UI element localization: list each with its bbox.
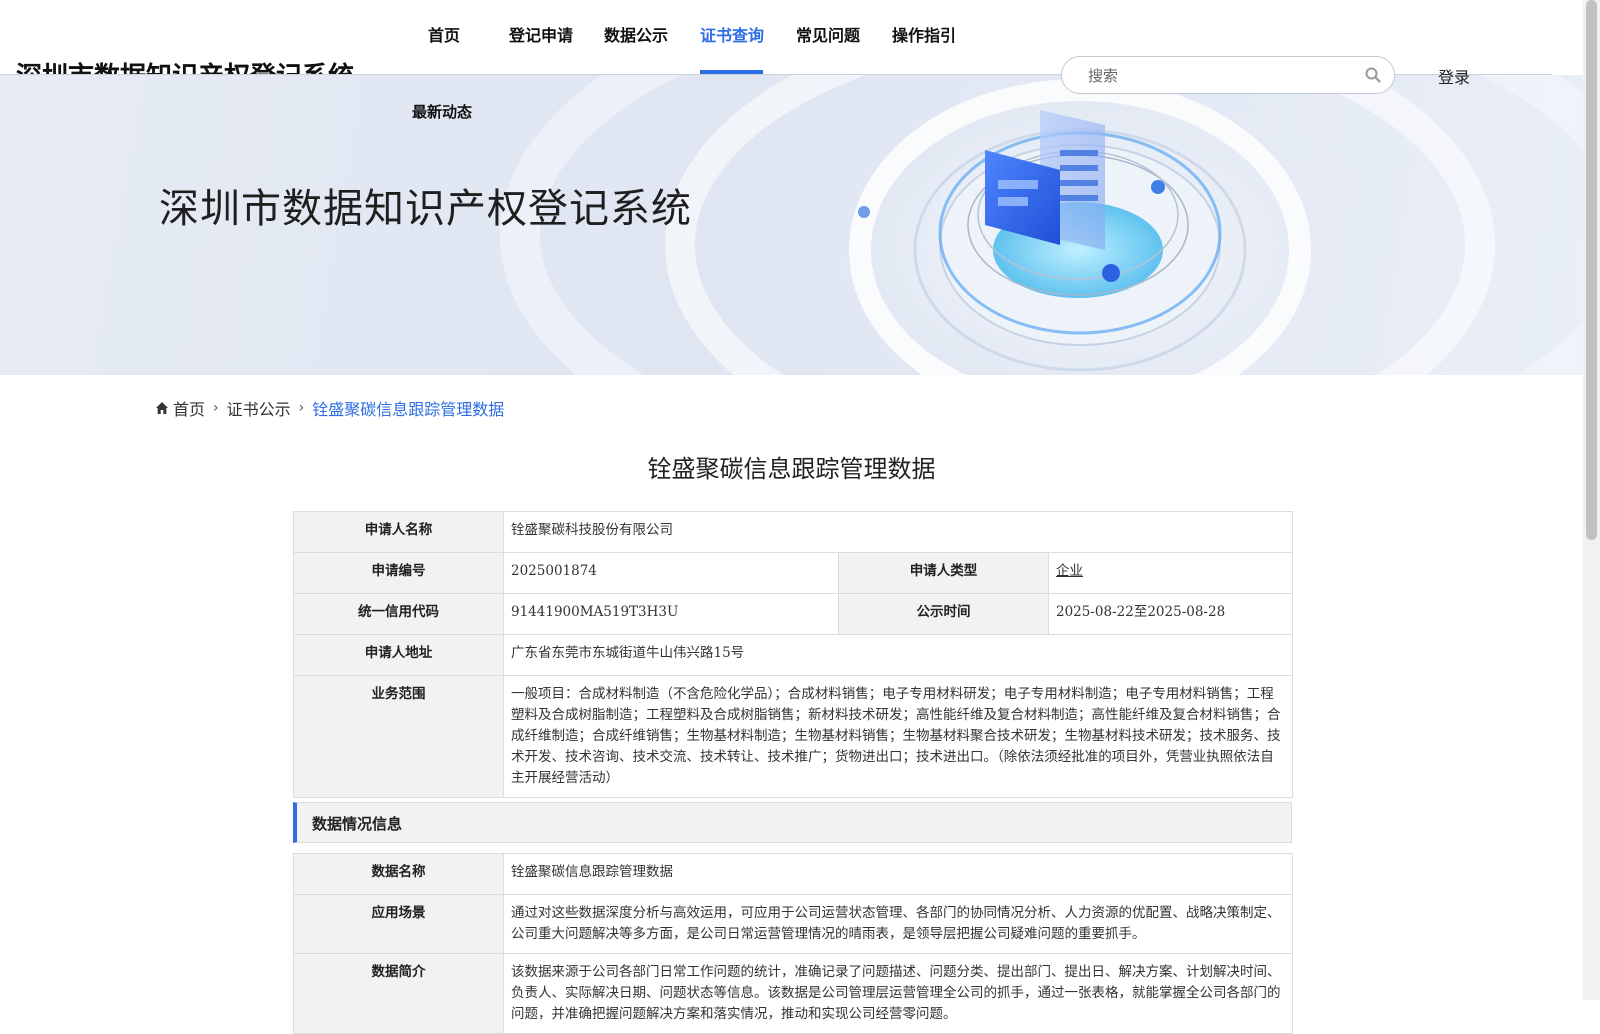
- banner-title: 深圳市数据知识产权登记系统: [159, 186, 692, 232]
- publicity-time-value: 2025-08-22至2025-08-28: [1048, 593, 1293, 635]
- nav-active-underline: [700, 70, 763, 74]
- table-row: 数据名称 铨盛聚碳信息跟踪管理数据: [293, 853, 1293, 895]
- table-row: 业务范围 一般项目：合成材料制造（不含危险化学品）；合成材料销售；电子专用材料研…: [293, 675, 1293, 798]
- nav-certificate-query[interactable]: 证书查询: [700, 22, 764, 46]
- home-icon: [156, 402, 168, 414]
- scrollbar-thumb[interactable]: [1586, 0, 1597, 540]
- application-scenario-label: 应用场景: [293, 894, 504, 954]
- credit-code-value: 91441900MA519T3H3U: [503, 593, 839, 635]
- application-scenario-value: 通过对这些数据深度分析与高效运用，可应用于公司运营状态管理、各部门的协同情况分析…: [503, 894, 1293, 954]
- table-row: 申请编号 2025001874 申请人类型 企业: [293, 552, 1293, 594]
- breadcrumb-certificate-publicity[interactable]: 证书公示: [227, 396, 291, 420]
- business-scope-value: 一般项目：合成材料制造（不含危险化学品）；合成材料销售；电子专用材料研发；电子专…: [503, 675, 1293, 798]
- nav-registration-apply[interactable]: 登记申请: [509, 22, 573, 46]
- business-scope-label: 业务范围: [293, 675, 504, 798]
- table-row: 申请人名称 铨盛聚碳科技股份有限公司: [293, 511, 1293, 553]
- application-number-value: 2025001874: [503, 552, 839, 594]
- nav-home[interactable]: 首页: [428, 22, 460, 46]
- breadcrumb-home[interactable]: 首页: [173, 396, 205, 420]
- applicant-type-link[interactable]: 企业: [1056, 563, 1083, 579]
- nav-faq[interactable]: 常见问题: [796, 22, 860, 46]
- data-name-value: 铨盛聚碳信息跟踪管理数据: [503, 853, 1293, 895]
- login-link[interactable]: 登录: [1438, 64, 1470, 88]
- chevron-right-icon: ›: [298, 400, 305, 416]
- applicant-info-table: 申请人名称 铨盛聚碳科技股份有限公司 申请编号 2025001874 申请人类型…: [293, 511, 1293, 798]
- applicant-address-label: 申请人地址: [293, 634, 504, 676]
- data-info-section-header: 数据情况信息: [293, 802, 1292, 843]
- applicant-name-value: 铨盛聚碳科技股份有限公司: [503, 511, 1293, 553]
- data-name-label: 数据名称: [293, 853, 504, 895]
- publicity-time-label: 公示时间: [838, 593, 1049, 635]
- table-row: 统一信用代码 91441900MA519T3H3U 公示时间 2025-08-2…: [293, 593, 1293, 635]
- hero-banner: 深圳市数据知识产权登记系统: [0, 75, 1583, 375]
- applicant-name-label: 申请人名称: [293, 511, 504, 553]
- table-row: 数据简介 该数据来源于公司各部门日常工作问题的统计，准确记录了问题描述、问题分类…: [293, 953, 1293, 1034]
- page-title: 铨盛聚碳信息跟踪管理数据: [647, 455, 936, 483]
- breadcrumb-current: 铨盛聚碳信息跟踪管理数据: [312, 400, 505, 419]
- applicant-type-label: 申请人类型: [838, 552, 1049, 594]
- data-info-table: 数据名称 铨盛聚碳信息跟踪管理数据 应用场景 通过对这些数据深度分析与高效运用，…: [293, 853, 1293, 1034]
- nav-data-publicity[interactable]: 数据公示: [604, 22, 668, 46]
- table-row: 申请人地址 广东省东莞市东城街道牛山伟兴路15号: [293, 634, 1293, 676]
- search-icon[interactable]: [1364, 66, 1382, 84]
- application-number-label: 申请编号: [293, 552, 504, 594]
- applicant-address-value: 广东省东莞市东城街道牛山伟兴路15号: [503, 634, 1293, 676]
- breadcrumb: 首页 › 证书公示 › 铨盛聚碳信息跟踪管理数据: [155, 396, 504, 420]
- search-input[interactable]: [1086, 64, 1340, 88]
- credit-code-label: 统一信用代码: [293, 593, 504, 635]
- nav-latest-news[interactable]: 最新动态: [412, 101, 472, 122]
- chevron-right-icon: ›: [213, 400, 219, 416]
- applicant-type-value: 企业: [1048, 552, 1293, 594]
- data-intro-label: 数据简介: [293, 953, 504, 1034]
- nav-operation-guide[interactable]: 操作指引: [892, 22, 956, 46]
- search-box: [1061, 56, 1395, 94]
- table-row: 应用场景 通过对这些数据深度分析与高效运用，可应用于公司运营状态管理、各部门的协…: [293, 894, 1293, 954]
- data-intro-value: 该数据来源于公司各部门日常工作问题的统计，准确记录了问题描述、问题分类、提出部门…: [503, 953, 1293, 1034]
